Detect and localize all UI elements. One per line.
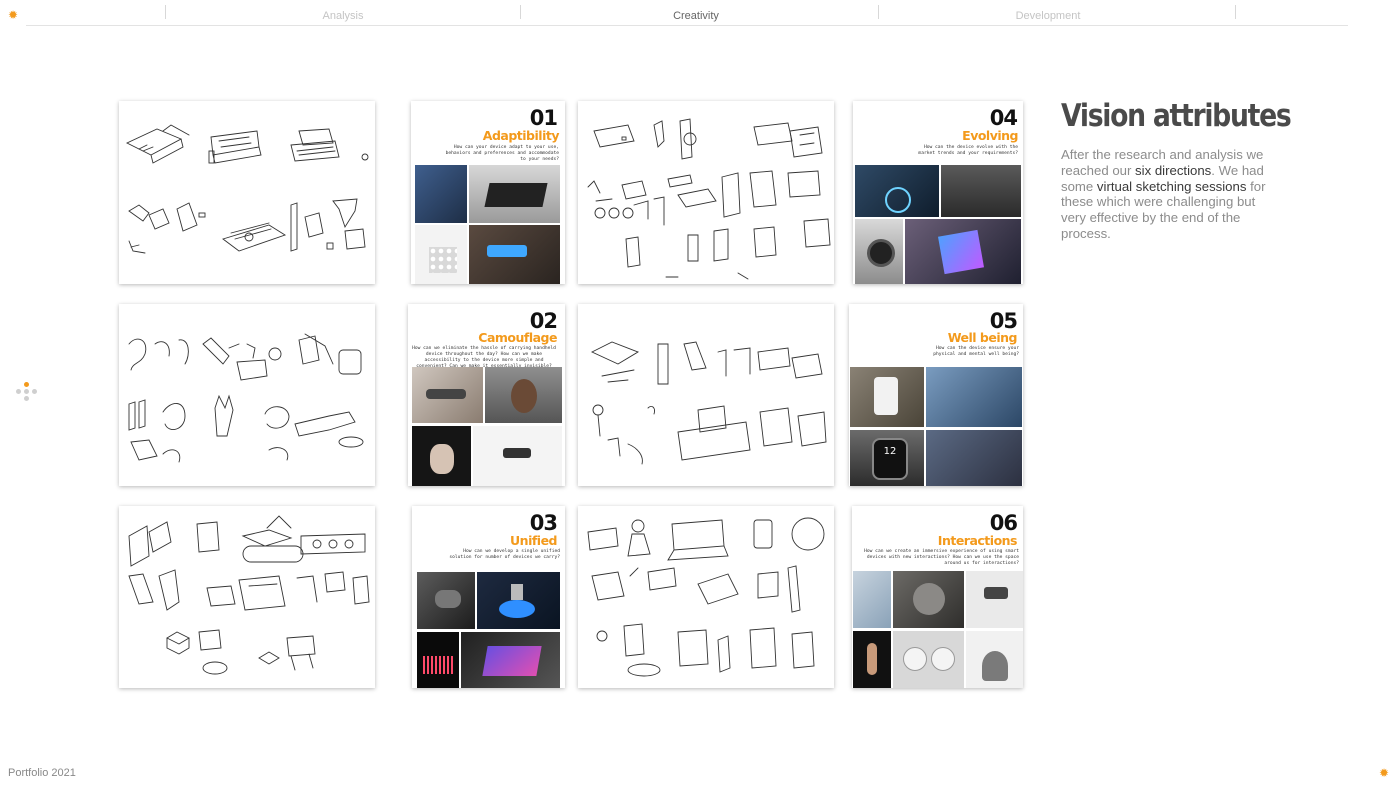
photo-ring-gesture xyxy=(853,631,891,688)
nav-creativity[interactable]: Creativity xyxy=(596,10,796,22)
direction-title: Adaptibility xyxy=(482,128,560,143)
direction-number: 03 xyxy=(529,511,558,535)
photo-camera-module xyxy=(855,219,903,284)
photo-fitness-tracker xyxy=(926,367,1022,427)
direction-card-02: 02 Camouflage How can we eliminate the h… xyxy=(408,304,565,486)
direction-question: How can your device adapt to your use, b… xyxy=(445,145,559,162)
direction-question: How can we develop a single unified solu… xyxy=(449,549,560,560)
sketch-board xyxy=(578,506,834,688)
dots-icon[interactable] xyxy=(16,382,38,404)
photo-surface-interaction xyxy=(853,571,891,628)
photo-foldable-screen xyxy=(461,632,560,688)
nav-divider xyxy=(520,5,521,19)
direction-card-01: 01 Adaptibility How can your device adap… xyxy=(411,101,565,284)
sketch-board xyxy=(578,304,834,486)
sun-icon: ✹ xyxy=(1379,766,1390,780)
direction-question: How can the device ensure your physical … xyxy=(933,346,1019,357)
watch-display: 12 xyxy=(883,446,897,457)
photo-device-blue xyxy=(415,165,467,223)
photo-flexible-phone xyxy=(905,219,1021,284)
photo-finger-ring xyxy=(412,367,483,423)
top-navigation: Analysis Creativity Development xyxy=(26,5,1348,26)
photo-touch-interface xyxy=(855,165,939,217)
direction-card-06: 06 Interactions How can we create an imm… xyxy=(852,506,1023,688)
direction-title: Unified xyxy=(510,533,557,548)
footer-label: Portfolio 2021 xyxy=(8,767,76,779)
photo-projected-interface xyxy=(477,572,560,629)
photo-touch-pad xyxy=(893,571,964,628)
nav-divider xyxy=(165,5,166,19)
sketch-board xyxy=(119,101,375,284)
page-title: Vision attributes xyxy=(1061,98,1292,134)
photo-wrist-band xyxy=(473,426,562,486)
sketch-board xyxy=(578,101,834,284)
direction-question: How can the device evolve with the marke… xyxy=(918,145,1018,156)
photo-hexagon-skin xyxy=(415,225,467,284)
sketch-board xyxy=(119,304,375,486)
description: After the research and analysis we reach… xyxy=(1061,147,1276,242)
nav-divider xyxy=(1235,5,1236,19)
photo-pebble-device xyxy=(417,572,475,629)
direction-number: 06 xyxy=(989,511,1018,535)
photo-handheld-device xyxy=(850,367,924,427)
photo-laser-keyboard xyxy=(417,632,459,688)
direction-number: 04 xyxy=(989,106,1018,130)
direction-title: Evolving xyxy=(962,128,1018,143)
photo-ear-wearable xyxy=(485,367,562,423)
photo-buttons xyxy=(893,631,964,688)
direction-question: How can we create an immersive experienc… xyxy=(864,549,1019,566)
sketch-board xyxy=(119,506,375,688)
direction-title: Camouflage xyxy=(478,330,557,345)
photo-smart-speaker xyxy=(966,631,1023,688)
photo-modular-devices xyxy=(941,165,1021,217)
photo-foldable-device xyxy=(469,165,560,223)
direction-title: Interactions xyxy=(937,533,1018,548)
nav-divider xyxy=(878,5,879,19)
photo-smart-watch: 12 xyxy=(850,430,924,486)
photo-body-sensor xyxy=(926,430,1022,486)
photo-vr-headset xyxy=(966,571,1023,628)
photo-hidden-device xyxy=(412,426,471,486)
direction-card-04: 04 Evolving How can the device evolve wi… xyxy=(853,101,1023,284)
nav-analysis[interactable]: Analysis xyxy=(243,10,443,22)
description-highlight: six directions xyxy=(1135,162,1212,178)
sun-icon: ✹ xyxy=(8,8,19,22)
photo-wrist-band xyxy=(469,225,560,284)
nav-development[interactable]: Development xyxy=(948,10,1148,22)
direction-number: 01 xyxy=(529,106,558,130)
direction-card-05: 05 Well being How can the device ensure … xyxy=(849,304,1023,486)
direction-card-03: 03 Unified How can we develop a single u… xyxy=(412,506,565,688)
direction-title: Well being xyxy=(947,330,1018,345)
description-highlight: virtual sketching sessions xyxy=(1096,178,1247,194)
